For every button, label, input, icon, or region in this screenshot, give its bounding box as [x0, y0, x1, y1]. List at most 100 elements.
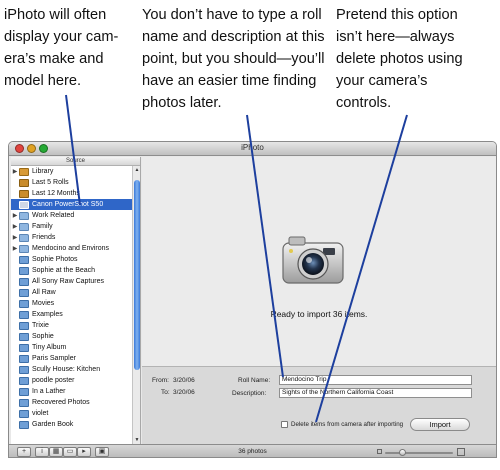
source-item-label: Last 12 Months: [32, 190, 80, 197]
source-item-label: Examples: [32, 311, 63, 318]
from-date: 3/20/06: [173, 377, 195, 384]
source-item[interactable]: violet: [11, 408, 133, 419]
source-item[interactable]: Recovered Photos: [11, 397, 133, 408]
album-icon: [19, 376, 29, 385]
source-item[interactable]: Scully House: Kitchen: [11, 364, 133, 375]
callout-roll-name: You don’t have to type a roll name and d…: [142, 4, 325, 114]
source-header: Source: [11, 157, 140, 166]
slider-knob[interactable]: [399, 449, 406, 456]
source-item-label: Garden Book: [32, 421, 74, 428]
roll-name-field[interactable]: Mendocino Trip: [279, 375, 472, 385]
source-item[interactable]: Trixie: [11, 320, 133, 331]
source-item[interactable]: All Sony Raw Captures: [11, 276, 133, 287]
source-item[interactable]: Paris Sampler: [11, 353, 133, 364]
disclosure-triangle-icon[interactable]: ▶: [11, 212, 19, 219]
rolls-icon: [19, 189, 29, 198]
source-item[interactable]: ▶ Mendocino and Environs: [11, 243, 133, 254]
source-item[interactable]: Last 12 Months: [11, 188, 133, 199]
source-item-label: Movies: [32, 300, 55, 307]
album-icon: [19, 288, 29, 297]
callout-line: era’s make and: [4, 51, 104, 67]
scroll-thumb[interactable]: [134, 180, 140, 370]
description-field[interactable]: Sights of the Northern California Coast: [279, 388, 472, 398]
album-icon: [19, 266, 29, 275]
source-item-label: Family: [32, 223, 53, 230]
source-item-label: Tiny Album: [32, 344, 67, 351]
callout-line: model here.: [4, 73, 82, 89]
source-item-label: Mendocino and Environs: [32, 245, 110, 252]
source-item[interactable]: Movies: [11, 298, 133, 309]
album-icon: [19, 321, 29, 330]
album-icon: [19, 332, 29, 341]
callout-line: isn’t here—always: [336, 29, 455, 45]
disclosure-triangle-icon[interactable]: ▶: [11, 223, 19, 230]
callout-camera-name: iPhoto will often display your cam- era’…: [4, 4, 118, 92]
source-item-label: In a Lather: [32, 388, 66, 395]
source-item[interactable]: ▶ Work Related: [11, 210, 133, 221]
source-item[interactable]: ▶ Library: [11, 166, 133, 177]
source-item[interactable]: Sophie at the Beach: [11, 265, 133, 276]
title-bar[interactable]: iPhoto: [9, 142, 496, 156]
window-title: iPhoto: [241, 143, 264, 152]
source-item[interactable]: Examples: [11, 309, 133, 320]
callout-line: your camera’s: [336, 73, 428, 89]
source-item-label: Sophie: [32, 333, 54, 340]
scroll-up-icon[interactable]: ▲: [134, 167, 140, 173]
from-label: From:: [152, 377, 169, 384]
album-icon: [19, 354, 29, 363]
camera-icon: [19, 200, 29, 209]
source-item[interactable]: Last 5 Rolls: [11, 177, 133, 188]
source-item[interactable]: In a Lather: [11, 386, 133, 397]
source-item[interactable]: Tiny Album: [11, 342, 133, 353]
source-item-label: Last 5 Rolls: [32, 179, 69, 186]
source-item[interactable]: Garden Book: [11, 419, 133, 430]
delete-after-import-label[interactable]: Delete items from camera after importing: [291, 421, 403, 428]
callout-line: Pretend this option: [336, 7, 458, 23]
source-item-label: Recovered Photos: [32, 399, 90, 406]
source-item-label: Sophie at the Beach: [32, 267, 96, 274]
disclosure-triangle-icon[interactable]: ▶: [11, 245, 19, 252]
source-item[interactable]: Sophie Photos: [11, 254, 133, 265]
album-icon: [19, 343, 29, 352]
source-item[interactable]: poodle poster: [11, 375, 133, 386]
source-item-label: All Raw: [32, 289, 56, 296]
source-item[interactable]: ▶ Friends: [11, 232, 133, 243]
delete-after-import-checkbox[interactable]: [281, 421, 288, 428]
folder-icon: [19, 222, 29, 231]
roll-name-label: Roll Name:: [238, 377, 271, 384]
source-item[interactable]: ▶ Family: [11, 221, 133, 232]
album-icon: [19, 420, 29, 429]
album-icon: [19, 299, 29, 308]
folder-icon: [19, 233, 29, 242]
disclosure-triangle-icon[interactable]: ▶: [11, 234, 19, 241]
scroll-down-icon[interactable]: ▼: [134, 437, 140, 443]
source-item-label: Paris Sampler: [32, 355, 76, 362]
album-icon: [19, 409, 29, 418]
source-item-label: Sophie Photos: [32, 256, 78, 263]
callout-line: have an easier time finding: [142, 73, 317, 89]
bottom-toolbar: + i ▦ ▭ ▸ ▣ 36 photos: [9, 444, 496, 457]
album-icon: [19, 310, 29, 319]
thumbnail-size-slider[interactable]: [385, 449, 453, 456]
iphoto-window: iPhoto Source ▶ Library Last 5 Rolls Last 1…: [8, 141, 497, 458]
callout-line: iPhoto will often: [4, 7, 107, 23]
import-button[interactable]: Import: [410, 418, 470, 431]
camera-icon: [282, 236, 344, 284]
source-item-label: All Sony Raw Captures: [32, 278, 104, 285]
album-icon: [19, 277, 29, 286]
callout-line: You don’t have to type a roll: [142, 7, 322, 23]
disclosure-triangle-icon[interactable]: ▶: [11, 168, 19, 175]
source-scrollbar[interactable]: ▲ ▼: [132, 166, 140, 444]
source-item[interactable]: All Raw: [11, 287, 133, 298]
album-icon: [19, 387, 29, 396]
folder-icon: [19, 211, 29, 220]
source-item-label: violet: [32, 410, 49, 417]
source-item-label: poodle poster: [32, 377, 75, 384]
album-icon: [19, 365, 29, 374]
source-items: ▶ Library Last 5 Rolls Last 12 Months Canon …: [11, 166, 133, 430]
source-item[interactable]: Canon PowerShot S50: [11, 199, 133, 210]
source-item[interactable]: Sophie: [11, 331, 133, 342]
to-label: To:: [161, 389, 170, 396]
source-item-label: Trixie: [32, 322, 49, 329]
import-details-panel: From: 3/20/06 To: 3/20/06 Roll Name: Men…: [142, 366, 496, 444]
